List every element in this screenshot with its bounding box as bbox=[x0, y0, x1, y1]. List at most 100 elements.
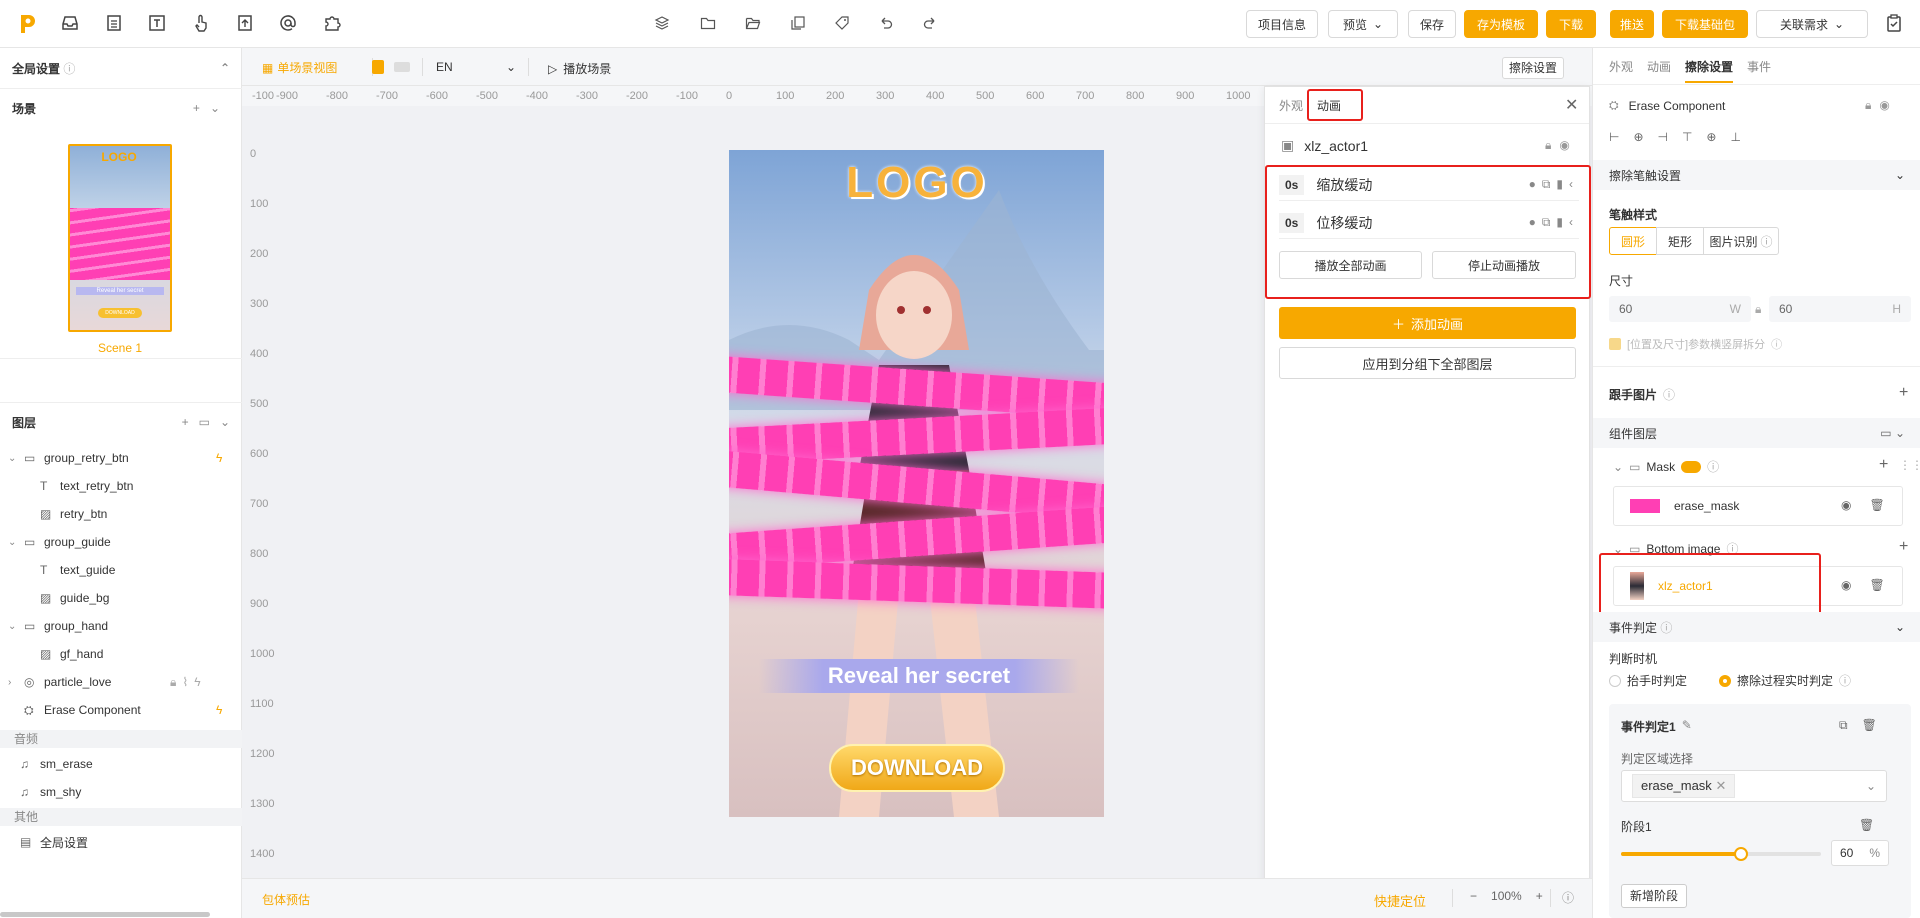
inbox-icon[interactable] bbox=[60, 13, 82, 35]
eye-icon[interactable]: ◉ bbox=[1841, 578, 1851, 592]
download-cta-button[interactable]: DOWNLOAD bbox=[829, 744, 1005, 792]
copy-icon[interactable]: ⧉ bbox=[1542, 215, 1557, 229]
color-swatch[interactable] bbox=[394, 62, 410, 72]
package-estimate-link[interactable]: 包体预估 bbox=[262, 891, 310, 908]
area-select[interactable]: erase_mask ✕ ⌄ bbox=[1621, 770, 1887, 802]
stop-play-button[interactable]: 停止动画播放 bbox=[1432, 251, 1576, 279]
add-animation-button[interactable]: ＋ 添加动画 bbox=[1279, 307, 1576, 339]
chevron-left-icon[interactable]: ‹ bbox=[1569, 177, 1579, 191]
add-icon[interactable]: + bbox=[1899, 384, 1908, 402]
download-button[interactable]: 下载 bbox=[1546, 10, 1596, 38]
layers-icon[interactable] bbox=[654, 15, 676, 37]
list-item[interactable]: ♫ sm_shy bbox=[0, 780, 242, 804]
help-icon[interactable]: ⓘ bbox=[1562, 889, 1574, 906]
shape-circle-option[interactable]: 圆形 bbox=[1609, 227, 1657, 255]
chevron-right-icon[interactable]: › bbox=[8, 677, 20, 688]
apply-group-button[interactable]: 应用到分组下全部图层 bbox=[1279, 347, 1576, 379]
play-all-button[interactable]: 播放全部动画 bbox=[1279, 251, 1422, 279]
chevron-down-icon[interactable]: ⌄ bbox=[210, 101, 230, 115]
list-item[interactable]: ♫ sm_erase bbox=[0, 752, 242, 776]
edit-icon[interactable]: ✎ bbox=[1682, 718, 1692, 735]
align-center-icon[interactable]: ⊕ bbox=[1633, 130, 1643, 144]
tab-3[interactable]: 事件 bbox=[1747, 58, 1771, 83]
lock-icon[interactable]: 🔒︎ bbox=[1865, 98, 1871, 113]
logo-icon[interactable] bbox=[16, 12, 38, 34]
align-top-icon[interactable]: ⊤ bbox=[1682, 130, 1692, 144]
shape-rect-option[interactable]: 矩形 bbox=[1656, 227, 1704, 255]
layer-actions[interactable]: 🔒︎⌇ϟ bbox=[170, 675, 207, 690]
folder-icon[interactable] bbox=[700, 15, 722, 37]
radio-on-release[interactable]: 抬手时判定 bbox=[1609, 672, 1687, 689]
mask-toggle[interactable] bbox=[1681, 460, 1702, 473]
brush-settings-header[interactable]: 擦除笔触设置 ⌄ bbox=[1593, 160, 1920, 190]
align-middle-icon[interactable]: ⊕ bbox=[1706, 130, 1716, 144]
tab-appearance[interactable]: 外观 bbox=[1279, 97, 1303, 114]
trash-icon[interactable]: 🗑︎ bbox=[1869, 578, 1884, 592]
language-select[interactable]: EN ⌄ bbox=[436, 60, 516, 74]
animation-item[interactable]: 0s 缩放缓动 ●⧉▮‹ bbox=[1279, 169, 1579, 201]
folder-icon[interactable]: ▭ bbox=[199, 415, 210, 429]
stage-slider[interactable] bbox=[1621, 847, 1821, 861]
layer-row[interactable]: ▨ retry_btn bbox=[0, 502, 242, 526]
lightning-icon[interactable]: ϟ bbox=[216, 451, 222, 465]
undo-icon[interactable] bbox=[878, 15, 900, 37]
chevron-down-icon[interactable]: ⌄ bbox=[8, 453, 20, 464]
eye-icon[interactable]: ◉ bbox=[1879, 98, 1889, 113]
tab-0[interactable]: 外观 bbox=[1609, 58, 1633, 83]
align-left-icon[interactable]: ⊢ bbox=[1609, 130, 1619, 144]
horizontal-scrollbar[interactable] bbox=[0, 912, 210, 917]
chevron-left-icon[interactable]: ‹ bbox=[1569, 215, 1579, 229]
chevron-up-icon[interactable]: ⌃ bbox=[220, 61, 230, 75]
layer-row[interactable]: ⌄ ▭ group_retry_btn ϟ bbox=[0, 446, 242, 470]
zoom-in-icon[interactable]: + bbox=[1536, 889, 1543, 903]
hand-pointer-icon[interactable] bbox=[191, 13, 213, 35]
scene-thumbnail[interactable]: LOGO Reveal her secret DOWNLOAD bbox=[68, 144, 172, 332]
copy-icon[interactable]: ⧉ bbox=[1839, 718, 1848, 733]
split-params-checkbox[interactable]: [位置及尺寸]参数横竖屏拆分 ⓘ bbox=[1609, 336, 1782, 352]
close-icon[interactable]: ✕ bbox=[1715, 778, 1726, 793]
trash-icon[interactable]: 🗑︎ bbox=[1862, 718, 1877, 733]
clipboard-check-icon[interactable] bbox=[1884, 13, 1906, 35]
folder-open-icon[interactable] bbox=[745, 15, 767, 37]
trash-icon[interactable]: ▮ bbox=[1556, 215, 1569, 229]
layer-row[interactable]: ⛭ Erase Component ϟ bbox=[0, 698, 242, 722]
view-mode-tab[interactable]: ▦ 单场景视图 bbox=[262, 59, 337, 76]
preview-button[interactable]: 预览 ⌄ bbox=[1328, 10, 1398, 38]
zoom-out-icon[interactable]: − bbox=[1470, 889, 1477, 903]
play-scene-button[interactable]: ▷ 播放场景 bbox=[548, 60, 611, 77]
text-icon[interactable] bbox=[147, 13, 169, 35]
play-circle-icon[interactable]: ● bbox=[1529, 177, 1542, 191]
layer-row[interactable]: Ttext_retry_btn bbox=[0, 474, 242, 498]
chevron-down-icon[interactable]: ⌄ bbox=[8, 621, 20, 632]
layer-row[interactable]: Ttext_guide bbox=[0, 558, 242, 582]
shape-image-option[interactable]: 图片识别 ⓘ bbox=[1703, 227, 1779, 255]
tab-2[interactable]: 擦除设置 bbox=[1685, 58, 1734, 83]
project-info-button[interactable]: 项目信息 bbox=[1246, 10, 1318, 38]
add-icon[interactable]: + bbox=[193, 101, 210, 115]
stage-value-input[interactable]: 60% bbox=[1831, 840, 1889, 866]
lock-icon[interactable]: 🔒︎ bbox=[1545, 138, 1551, 153]
plugin-icon[interactable] bbox=[322, 13, 344, 35]
animation-item[interactable]: 0s 位移缓动 ●⧉▮‹ bbox=[1279, 207, 1579, 239]
save-button[interactable]: 保存 bbox=[1408, 10, 1456, 38]
stage-slider-thumb[interactable] bbox=[1734, 847, 1748, 861]
upload-icon[interactable] bbox=[235, 13, 257, 35]
play-circle-icon[interactable]: ● bbox=[1529, 215, 1542, 229]
lightning-icon[interactable]: ϟ bbox=[216, 703, 222, 717]
push-button[interactable]: 推送 bbox=[1610, 10, 1654, 38]
trash-icon[interactable]: 🗑︎ bbox=[1869, 498, 1884, 512]
radio-realtime[interactable]: 擦除过程实时判定 ⓘ bbox=[1719, 672, 1851, 689]
related-demand-select[interactable]: 关联需求 ⌄ bbox=[1756, 10, 1868, 38]
eye-icon[interactable]: ◉ bbox=[1841, 498, 1851, 512]
download-base-button[interactable]: 下载基础包 bbox=[1662, 10, 1748, 38]
global-settings-header[interactable]: 全局设置 ⓘ ⌃ bbox=[0, 52, 242, 84]
artboard-scene[interactable]: LOGO Reveal her secret DOWNLOAD bbox=[729, 150, 1104, 817]
document-icon[interactable] bbox=[104, 13, 126, 35]
chevron-down-icon[interactable]: ⌄ bbox=[220, 415, 230, 429]
layer-row[interactable]: ⌄ ▭ group_hand bbox=[0, 614, 242, 638]
list-item[interactable]: ▤ 全局设置 bbox=[0, 830, 242, 854]
align-bottom-icon[interactable]: ⊥ bbox=[1730, 130, 1740, 144]
add-stage-button[interactable]: 新增阶段 bbox=[1621, 884, 1687, 908]
tab-1[interactable]: 动画 bbox=[1647, 58, 1671, 83]
at-icon[interactable] bbox=[278, 13, 300, 35]
